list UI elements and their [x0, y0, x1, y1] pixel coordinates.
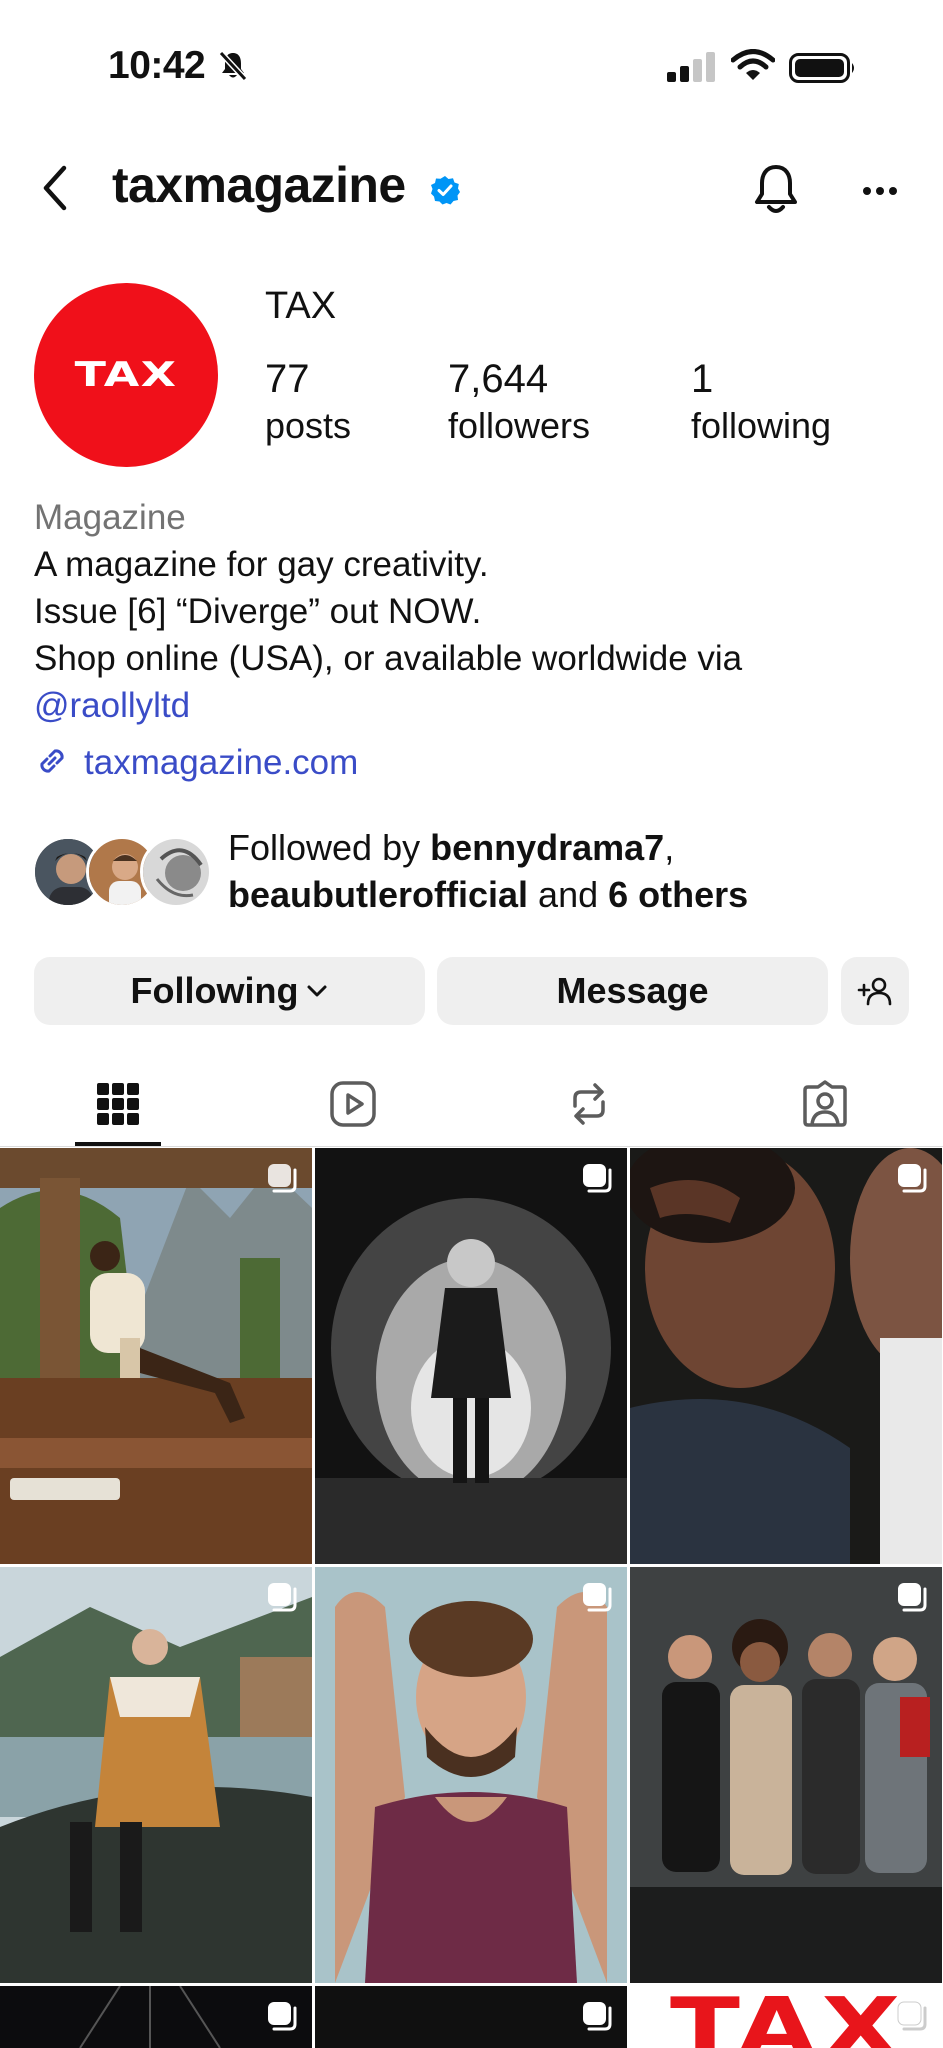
stat-posts-count: 77	[265, 357, 310, 401]
suggest-people-button[interactable]	[841, 957, 909, 1025]
notification-bell-icon[interactable]	[753, 162, 799, 223]
post-thumbnail[interactable]	[0, 1567, 312, 1983]
mutual-user-1: bennydrama7	[430, 827, 665, 868]
tab-reels[interactable]	[313, 1074, 393, 1134]
post-thumbnail[interactable]	[630, 1567, 942, 1983]
post-thumbnail[interactable]	[315, 1148, 627, 1564]
bell-slash-icon	[218, 50, 248, 87]
multiple-photos-icon	[266, 2000, 298, 2037]
bio-line: Shop online (USA), or available worldwid…	[34, 639, 743, 678]
profile-header: taxmagazine	[0, 150, 943, 230]
wifi-icon	[730, 49, 776, 86]
multiple-photos-icon	[581, 1581, 613, 1618]
display-name: TAX	[265, 285, 337, 327]
message-button-label: Message	[556, 970, 709, 1011]
reposts-icon	[567, 1080, 611, 1128]
profile-bio: Magazine A magazine for gay creativity. …	[34, 494, 914, 729]
battery-icon	[789, 53, 857, 88]
multiple-photos-icon	[266, 1581, 298, 1618]
more-dots-icon[interactable]	[862, 183, 898, 201]
status-time: 10:42	[108, 44, 206, 87]
multiple-photos-icon	[266, 1162, 298, 1199]
stat-following[interactable]: 1 following	[691, 355, 831, 449]
profile-username: taxmagazine	[112, 157, 406, 213]
mutual-avatar	[140, 836, 212, 908]
tab-reposts[interactable]	[549, 1074, 629, 1134]
stat-followers-label: followers	[448, 405, 591, 446]
profile-avatar[interactable]: TAX	[34, 283, 218, 467]
post-thumbnail[interactable]	[0, 1148, 312, 1564]
stat-following-count: 1	[691, 357, 714, 401]
stat-following-label: following	[691, 405, 832, 446]
message-button[interactable]: Message	[437, 957, 828, 1025]
following-button[interactable]: Following	[34, 957, 425, 1025]
profile-page: 10:42 taxmagazine TAX TAX 77 posts 7,644…	[0, 0, 943, 2048]
multiple-photos-icon	[896, 1581, 928, 1618]
multiple-photos-icon	[896, 1162, 928, 1199]
following-button-label: Following	[130, 970, 299, 1011]
bio-line: A magazine for gay creativity.	[34, 545, 489, 584]
stat-posts-label: posts	[265, 405, 352, 446]
bio-website-link[interactable]: taxmagazine.com	[34, 738, 358, 788]
profile-tabs	[0, 1060, 943, 1147]
website-url: taxmagazine.com	[84, 743, 359, 782]
bio-line: Issue [6] “Diverge” out NOW.	[34, 592, 482, 631]
tagged-icon	[801, 1080, 849, 1128]
stat-followers-count: 7,644	[448, 357, 549, 401]
add-person-icon	[857, 976, 893, 1006]
post-logo-text: TAX	[670, 1986, 906, 2048]
status-bar: 10:42	[0, 0, 943, 140]
back-chevron-icon[interactable]	[40, 164, 70, 217]
tabs-divider	[0, 1146, 943, 1147]
post-thumbnail[interactable]: TAX	[630, 1986, 942, 2048]
post-thumbnail[interactable]	[0, 1986, 312, 2048]
stat-posts[interactable]: 77 posts	[265, 355, 351, 449]
cellular-signal-icon	[667, 52, 715, 87]
multiple-photos-icon	[896, 2000, 928, 2037]
grid-icon	[96, 1082, 140, 1126]
post-thumbnail[interactable]	[630, 1148, 942, 1564]
link-icon	[34, 743, 70, 784]
followed-by-prefix: Followed by	[228, 827, 431, 868]
tab-posts-grid[interactable]	[78, 1074, 158, 1134]
chevron-down-icon	[306, 984, 328, 998]
tab-tagged[interactable]	[785, 1074, 865, 1134]
mutual-user-2: beaubutlerofficial	[228, 874, 529, 915]
bio-mention-link[interactable]: @raollyltd	[34, 682, 914, 729]
post-thumbnail[interactable]	[315, 1986, 627, 2048]
stat-followers[interactable]: 7,644 followers	[448, 355, 590, 449]
multiple-photos-icon	[581, 1162, 613, 1199]
bio-category: Magazine	[34, 498, 186, 537]
reels-icon	[329, 1080, 377, 1128]
mutual-others-count: 6 others	[608, 874, 749, 915]
avatar-logo-text: TAX	[74, 355, 178, 395]
verified-badge-icon	[430, 175, 460, 210]
multiple-photos-icon	[581, 2000, 613, 2037]
followed-by-separator: ,	[664, 827, 675, 868]
followed-by-and: and	[528, 874, 609, 915]
mutual-followers-avatars[interactable]	[32, 836, 212, 908]
post-thumbnail[interactable]	[315, 1567, 627, 1983]
followed-by-text[interactable]: Followed by bennydrama7, beaubutleroffic…	[228, 824, 928, 918]
